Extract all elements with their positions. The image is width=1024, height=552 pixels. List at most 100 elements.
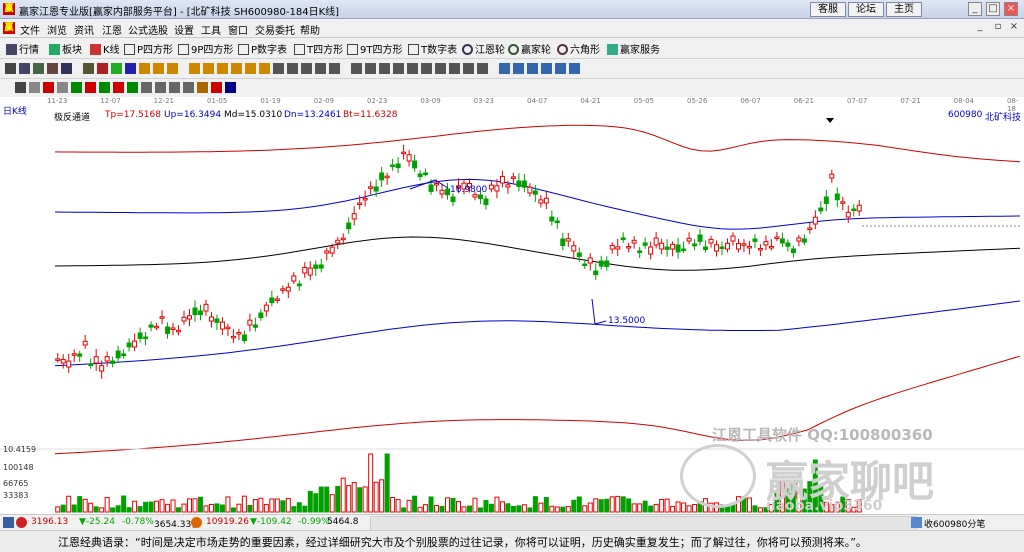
close-button[interactable]: ×: [1004, 2, 1018, 16]
t-number-button[interactable]: T数字表: [408, 41, 457, 56]
kefu-link[interactable]: 客服: [810, 2, 846, 17]
tool-icon[interactable]: [245, 63, 256, 74]
tool-icon[interactable]: [379, 63, 390, 74]
tool-icon[interactable]: [477, 63, 488, 74]
tool-icon[interactable]: [97, 63, 108, 74]
tool-icon[interactable]: [5, 63, 16, 74]
tick-list-icon[interactable]: [911, 517, 922, 528]
draw-tool-icon[interactable]: [155, 82, 166, 93]
menu-info[interactable]: 资讯: [74, 22, 94, 37]
draw-tool-icon[interactable]: [141, 82, 152, 93]
draw-tool-icon[interactable]: [71, 82, 82, 93]
tool-icon[interactable]: [125, 63, 136, 74]
draw-tool-icon[interactable]: [43, 82, 54, 93]
tool-icon[interactable]: [231, 63, 242, 74]
tool-icon[interactable]: [569, 63, 580, 74]
tool-icon[interactable]: [555, 63, 566, 74]
draw-tool-icon[interactable]: [127, 82, 138, 93]
menu-window[interactable]: 窗口: [228, 22, 248, 37]
volume-bar: [483, 500, 489, 513]
menu-trade[interactable]: 交易委托: [255, 22, 295, 37]
tool-icon[interactable]: [435, 63, 446, 74]
volume-bar: [571, 499, 577, 513]
t-square-button[interactable]: T四方形: [294, 41, 343, 56]
tool-icon[interactable]: [513, 63, 524, 74]
9t-square-button[interactable]: 9T四方形: [347, 41, 402, 56]
draw-tool-icon[interactable]: [211, 82, 222, 93]
volume-bar: [406, 499, 412, 513]
mdi-minimize-button[interactable]: _: [974, 21, 986, 33]
tool-icon[interactable]: [393, 63, 404, 74]
bankuai-button[interactable]: 板块: [49, 41, 82, 56]
maximize-button[interactable]: □: [986, 2, 1000, 16]
tool-icon[interactable]: [541, 63, 552, 74]
tick-list-label[interactable]: 收600980分笔: [924, 517, 985, 530]
service-label: 赢家服务: [620, 45, 660, 56]
tool-icon[interactable]: [61, 63, 72, 74]
tool-icon[interactable]: [111, 63, 122, 74]
menu-browse[interactable]: 浏览: [47, 22, 67, 37]
tool-icon[interactable]: [499, 63, 510, 74]
high-label: 16.9800: [450, 185, 487, 195]
9p-square-label: 9P四方形: [191, 45, 234, 56]
draw-tool-icon[interactable]: [99, 82, 110, 93]
p-number-button[interactable]: P数字表: [238, 41, 287, 56]
draw-tool-icon[interactable]: [57, 82, 68, 93]
tool-icon[interactable]: [407, 63, 418, 74]
menu-tools[interactable]: 工具: [201, 22, 221, 37]
menu-settings[interactable]: 设置: [174, 22, 194, 37]
tool-icon[interactable]: [449, 63, 460, 74]
menu-gann[interactable]: 江恩: [102, 22, 122, 37]
service-button[interactable]: 赢家服务: [607, 41, 660, 56]
luntan-link[interactable]: 论坛: [848, 2, 884, 17]
draw-tool-icon[interactable]: [113, 82, 124, 93]
draw-tool-icon[interactable]: [197, 82, 208, 93]
hangqing-button[interactable]: 行情: [6, 41, 39, 56]
tool-icon[interactable]: [203, 63, 214, 74]
tool-icon[interactable]: [83, 63, 94, 74]
tool-icon[interactable]: [139, 63, 150, 74]
draw-tool-icon[interactable]: [183, 82, 194, 93]
zhuye-link[interactable]: 主页: [886, 2, 922, 17]
tool-icon[interactable]: [189, 63, 200, 74]
tool-icon[interactable]: [273, 63, 284, 74]
mdi-close-button[interactable]: ×: [1008, 21, 1020, 33]
minimize-button[interactable]: _: [968, 2, 982, 16]
app-menu-icon[interactable]: 赢: [3, 22, 15, 34]
p-square-button[interactable]: P四方形: [124, 41, 173, 56]
tool-icon[interactable]: [19, 63, 30, 74]
index-grid-icon[interactable]: [3, 517, 14, 528]
candle-body: [516, 180, 522, 187]
kline-button[interactable]: K线: [90, 41, 120, 56]
tool-icon[interactable]: [329, 63, 340, 74]
tool-icon[interactable]: [315, 63, 326, 74]
draw-tool-icon[interactable]: [29, 82, 40, 93]
menu-formula[interactable]: 公式选股: [128, 22, 168, 37]
tool-icon[interactable]: [259, 63, 270, 74]
tool-icon[interactable]: [463, 63, 474, 74]
draw-tool-icon[interactable]: [85, 82, 96, 93]
mdi-restore-button[interactable]: ▫: [992, 21, 1004, 33]
tool-icon[interactable]: [351, 63, 362, 74]
draw-tool-icon[interactable]: [15, 82, 26, 93]
tool-icon[interactable]: [167, 63, 178, 74]
9p-square-button[interactable]: 9P四方形: [178, 41, 233, 56]
draw-tool-icon[interactable]: [225, 82, 236, 93]
volume-bar: [357, 487, 363, 513]
tool-icon[interactable]: [527, 63, 538, 74]
menu-file[interactable]: 文件: [20, 22, 40, 37]
tool-icon[interactable]: [287, 63, 298, 74]
tool-icon[interactable]: [47, 63, 58, 74]
tool-icon[interactable]: [33, 63, 44, 74]
tool-icon[interactable]: [301, 63, 312, 74]
tool-icon[interactable]: [217, 63, 228, 74]
winner-wheel-button[interactable]: 赢家轮: [508, 41, 551, 56]
tool-icon[interactable]: [421, 63, 432, 74]
tool-icon[interactable]: [365, 63, 376, 74]
menu-help[interactable]: 帮助: [300, 22, 320, 37]
volume-bar: [368, 453, 374, 513]
hexagon-button[interactable]: 六角形: [557, 41, 600, 56]
tool-icon[interactable]: [153, 63, 164, 74]
gann-wheel-button[interactable]: 江恩轮: [462, 41, 505, 56]
draw-tool-icon[interactable]: [169, 82, 180, 93]
